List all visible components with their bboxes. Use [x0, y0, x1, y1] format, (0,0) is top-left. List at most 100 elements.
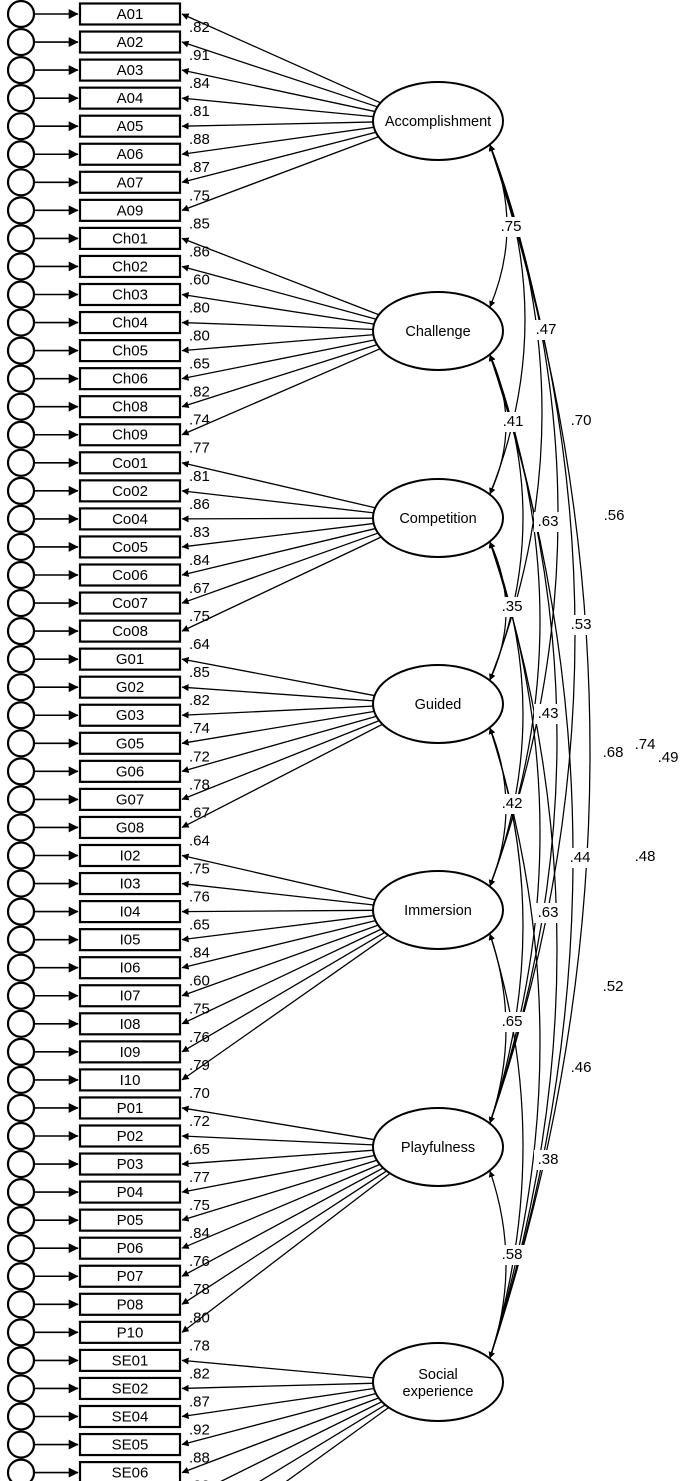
- factor-loading-value: .80: [189, 1309, 210, 1326]
- error-term-circle: [6, 532, 36, 562]
- factor-loading-arrow: [181, 237, 382, 317]
- factor-loading-arrow: [181, 853, 378, 902]
- factor-loading-arrow: [181, 1132, 376, 1146]
- indicator-label: P06: [117, 1240, 144, 1257]
- indicator-label: Co02: [112, 483, 148, 500]
- factor-correlation-value: .43: [538, 705, 559, 722]
- factor-loading-value: .70: [189, 1085, 210, 1102]
- factor-loading-value: .81: [189, 468, 210, 485]
- indicator-label: Ch06: [112, 371, 148, 388]
- latent-factor-label: Playfulness: [401, 1140, 475, 1156]
- error-term-circle: [6, 0, 36, 29]
- error-term-circle: [6, 112, 36, 141]
- factor-loading-value: .88: [189, 1450, 210, 1467]
- indicator-label: G01: [116, 651, 144, 668]
- factor-loading-value: .88: [189, 131, 210, 148]
- error-term-circle: [6, 224, 36, 253]
- indicator-label: A02: [117, 34, 144, 51]
- error-term-circle: [6, 364, 36, 393]
- factor-correlation-value: .68: [603, 744, 624, 761]
- factor-correlation-arrow: [488, 354, 574, 1359]
- error-term-circle: [6, 1458, 36, 1481]
- latent-factor-label: Social: [418, 1367, 458, 1383]
- factor-loading-arrow: [181, 1168, 390, 1305]
- factor-loading-value: .87: [189, 1393, 210, 1410]
- factor-loading-value: .75: [189, 187, 210, 204]
- error-term-circle: [6, 55, 36, 85]
- factor-loading-value: .72: [189, 1113, 210, 1130]
- factor-loading-value: .60: [189, 973, 210, 990]
- error-term-circle: [6, 701, 36, 730]
- factor-loading-arrow: [181, 1171, 393, 1333]
- factor-loading-value: .74: [189, 412, 210, 429]
- error-term-circle: [6, 336, 36, 365]
- factor-correlation-value: .42: [502, 795, 523, 812]
- error-term-circle: [6, 1065, 36, 1095]
- indicator-label: G08: [116, 819, 144, 836]
- latent-factor-label: Competition: [399, 511, 476, 527]
- factor-loading-value: .86: [189, 243, 210, 260]
- error-term-group: [6, 0, 79, 1481]
- factor-correlation-value: .56: [604, 507, 625, 524]
- indicator-label: P08: [117, 1296, 144, 1313]
- factor-correlation-value: .65: [502, 1013, 523, 1030]
- factor-loading-arrow: [181, 1149, 376, 1168]
- error-term-circle: [6, 196, 36, 225]
- factor-loading-value: .78: [189, 776, 210, 793]
- factor-loading-value: .76: [189, 889, 210, 906]
- latent-factor-label: experience: [403, 1384, 474, 1400]
- indicator-label: Co06: [112, 567, 148, 584]
- factor-correlation-value: .48: [635, 848, 656, 865]
- error-term-circle: [6, 1318, 36, 1347]
- factor-loading-value: .65: [189, 917, 210, 934]
- indicator-label: Co01: [112, 455, 148, 472]
- error-term-circle: [6, 1037, 36, 1066]
- factor-correlation-value: .70: [571, 412, 592, 429]
- indicator-label: A07: [117, 174, 144, 191]
- indicator-box-group: A01 A02 A03 A04 A05 A06 A07 A09 Ch01 Ch02 Ch03 Ch04…: [78, 2, 182, 1481]
- factor-loading-value: .79: [189, 1057, 210, 1074]
- factor-loading-value: .75: [189, 1197, 210, 1214]
- indicator-label: SE06: [112, 1465, 149, 1481]
- factor-loading-value: .80: [189, 328, 210, 345]
- factor-loading-value: .67: [189, 804, 210, 821]
- indicator-label: SE04: [112, 1408, 149, 1425]
- factor-loading-arrow: [181, 932, 391, 1081]
- error-term-circle: [6, 1093, 36, 1123]
- error-term-circle: [6, 981, 36, 1010]
- error-term-circle: [6, 785, 36, 814]
- error-term-circle: [6, 1149, 36, 1179]
- factor-loading-arrow: [181, 40, 381, 109]
- factor-correlation-value: .38: [538, 1151, 559, 1168]
- factor-loading-arrow: [181, 319, 376, 331]
- latent-factor-label: Guided: [415, 697, 462, 713]
- factor-loading-value: .78: [189, 1281, 210, 1298]
- error-term-circle: [6, 308, 36, 337]
- factor-loading-value: .60: [189, 271, 210, 288]
- error-term-circle: [6, 392, 36, 421]
- factor-loading-arrow: [181, 930, 388, 1053]
- error-term-circle: [6, 953, 36, 982]
- sem-diagram-svg: A01 A02 A03 A04 A05 A06 A07 A09 Ch01 Ch02 Ch03 Ch04…: [6, 0, 682, 1481]
- indicator-label: P01: [117, 1100, 144, 1117]
- error-term-circle: [6, 1346, 36, 1375]
- factor-loading-value: .77: [189, 440, 210, 457]
- factor-correlation-value: .47: [536, 321, 557, 338]
- factor-loading-group: [181, 13, 393, 1481]
- error-term-circle: [6, 616, 36, 646]
- factor-loading-value: .65: [189, 356, 210, 373]
- latent-factor-label: Challenge: [405, 324, 470, 340]
- factor-loading-value: .83: [189, 524, 210, 541]
- error-term-circle: [6, 1206, 36, 1235]
- error-term-circle: [6, 84, 36, 113]
- factor-loading-arrow: [181, 656, 378, 697]
- error-term-circle: [6, 1177, 36, 1207]
- error-term-circle: [6, 504, 36, 534]
- factor-loading-arrow: [181, 488, 377, 514]
- factor-correlation-value: .63: [538, 513, 559, 530]
- indicator-label: I02: [120, 847, 141, 864]
- factor-loading-arrow: [181, 515, 376, 523]
- indicator-label: Ch09: [112, 427, 148, 444]
- factor-correlation-value: .58: [502, 1246, 523, 1263]
- indicator-label: SE01: [112, 1352, 149, 1369]
